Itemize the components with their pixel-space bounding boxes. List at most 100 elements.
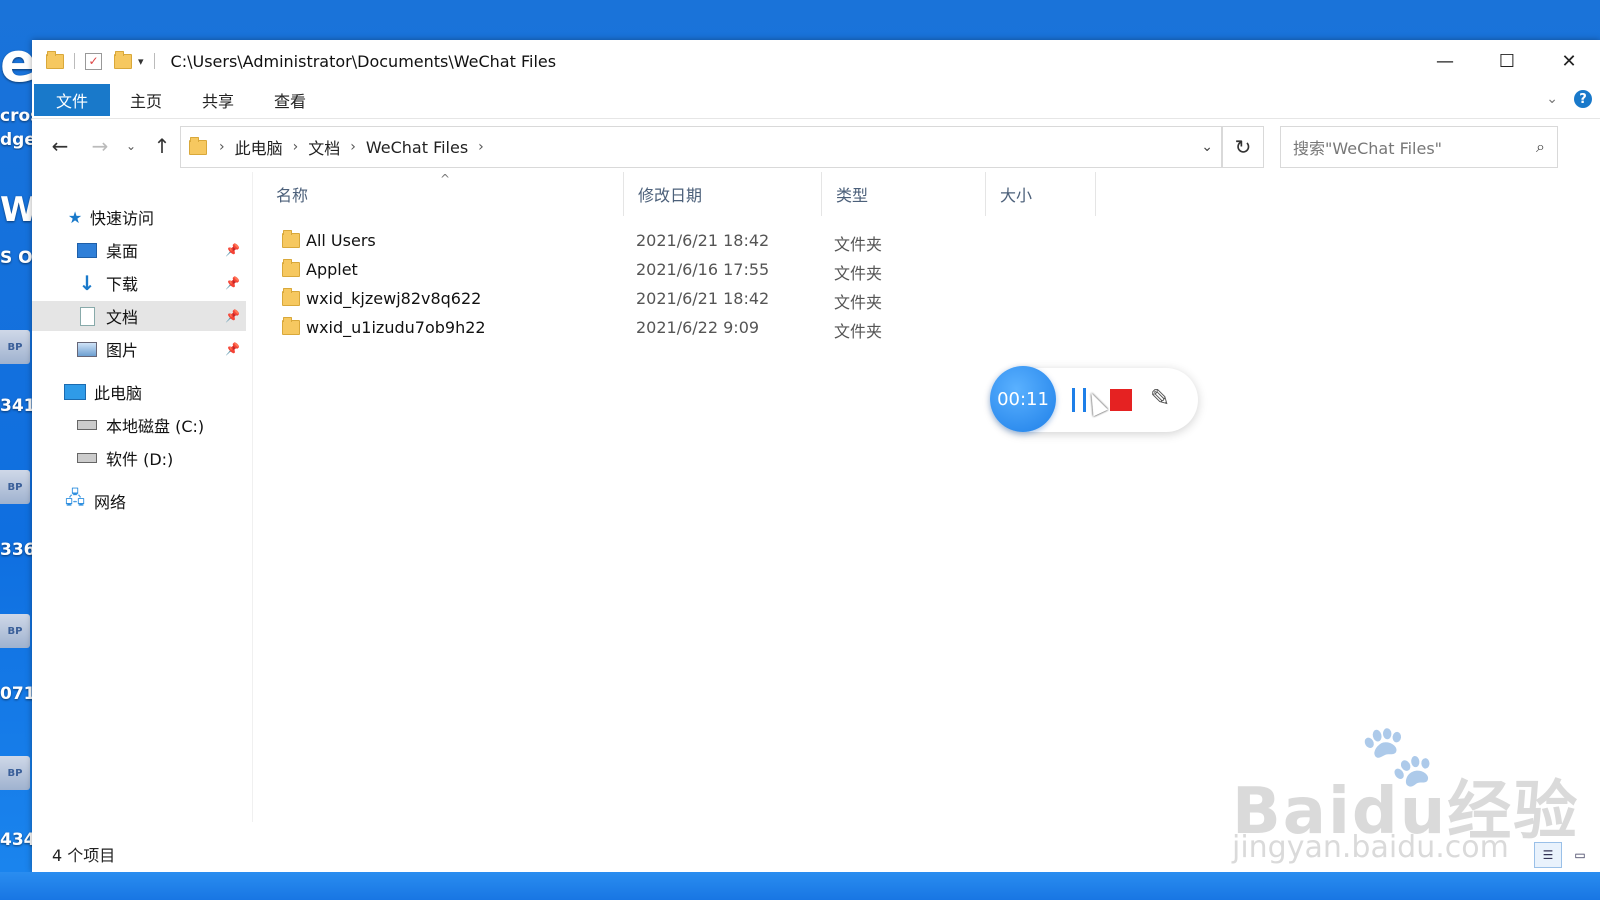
help-icon[interactable]: ? [1574, 90, 1592, 108]
breadcrumb-separator-icon[interactable]: › [350, 139, 356, 155]
maximize-button[interactable]: ☐ [1476, 40, 1538, 82]
desktop-file-icon[interactable]: BP [0, 470, 30, 504]
column-header-name[interactable]: 名称 [262, 172, 624, 216]
nav-this-pc[interactable]: 此电脑 [64, 377, 246, 407]
search-input[interactable]: 搜索"WeChat Files" [1293, 135, 1442, 159]
column-header-date[interactable]: 修改日期 [624, 172, 822, 216]
desktop-label: 3366 [0, 540, 32, 560]
desktop-file-icon[interactable]: BP [0, 614, 30, 648]
file-date: 2021/6/21 18:42 [636, 289, 770, 308]
table-row[interactable]: Applet 2021/6/16 17:55 文件夹 [274, 255, 894, 284]
desktop-file-icon[interactable]: BP [0, 756, 30, 790]
desktop-icon-wps[interactable]: W [0, 190, 32, 230]
paw-icon: 🐾 [1360, 721, 1435, 791]
watermark-url: jingyan.baidu.com [1232, 830, 1509, 865]
folder-icon [282, 259, 300, 277]
download-icon: ↓ [78, 271, 96, 295]
pin-icon[interactable]: 📌 [225, 309, 240, 323]
desktop-label: 3410 [0, 396, 32, 416]
breadcrumb-separator-icon[interactable]: › [293, 139, 299, 155]
breadcrumb-separator-icon[interactable]: › [478, 139, 484, 155]
table-row[interactable]: wxid_kjzewj82v8q622 2021/6/21 18:42 文件夹 [274, 284, 894, 313]
folder-icon[interactable] [46, 50, 64, 69]
ribbon-tabs: 文件 主页 共享 查看 ⌄ ? [32, 82, 1600, 119]
folder-icon [282, 288, 300, 306]
back-arrow-icon[interactable]: ← [40, 134, 80, 158]
pictures-icon [76, 339, 98, 359]
desktop-label: S Offi [0, 248, 32, 268]
pin-icon[interactable]: 📌 [225, 342, 240, 356]
folder-icon [282, 317, 300, 335]
nav-item-desktop[interactable]: 桌面 📌 [32, 235, 246, 265]
folder-icon [282, 230, 300, 248]
minimize-button[interactable]: — [1414, 40, 1476, 82]
nav-item-pictures[interactable]: 图片 📌 [32, 334, 246, 364]
screen-recorder-widget: 00:11 ✎ [990, 366, 1198, 432]
breadcrumb-separator-icon[interactable]: › [219, 139, 225, 155]
file-type: 文件夹 [834, 235, 883, 254]
breadcrumb-documents[interactable]: 文档 [308, 135, 340, 159]
window-title: C:\Users\Administrator\Documents\WeChat … [170, 51, 557, 71]
file-date: 2021/6/22 9:09 [636, 318, 760, 337]
desktop-label: 0718 [0, 684, 32, 704]
table-row[interactable]: All Users 2021/6/21 18:42 文件夹 [274, 226, 894, 255]
tab-home[interactable]: 主页 [110, 84, 182, 116]
pin-icon[interactable]: 📌 [225, 243, 240, 257]
address-bar[interactable]: › 此电脑 › 文档 › WeChat Files › ⌄ [180, 126, 1222, 168]
nav-network[interactable]: 🖧 网络 [64, 486, 246, 516]
star-icon: ★ [67, 207, 83, 227]
file-name: wxid_u1izudu7ob9h22 [306, 318, 486, 337]
address-history-chevron-icon[interactable]: ⌄ [1201, 139, 1213, 155]
title-bar[interactable]: ✓ ▾ C:\Users\Administrator\Documents\WeC… [32, 40, 1600, 82]
properties-icon[interactable]: ✓ [85, 52, 102, 70]
column-header-size[interactable]: 大小 [986, 172, 1096, 216]
refresh-icon: ↻ [1234, 135, 1252, 159]
up-arrow-icon[interactable]: ↑ [142, 134, 182, 158]
breadcrumb-this-pc[interactable]: 此电脑 [235, 135, 283, 159]
expand-ribbon-chevron-icon[interactable]: ⌄ [1546, 91, 1558, 107]
nav-item-downloads[interactable]: ↓ 下载 📌 [32, 268, 246, 298]
file-date: 2021/6/21 18:42 [636, 231, 770, 250]
desktop-strip: e crosc dge W S Offi BP 3410 BP 3366 BP … [0, 0, 32, 900]
forward-arrow-icon[interactable]: → [80, 134, 120, 158]
column-header-type[interactable]: 类型 [822, 172, 986, 216]
desktop-icon-edge[interactable]: e [0, 36, 32, 90]
nav-drive-c[interactable]: 本地磁盘 (C:) [32, 410, 246, 440]
desktop-label: crosc [0, 106, 32, 126]
desktop-icon [76, 240, 98, 260]
item-count: 4 个项目 [52, 846, 116, 865]
recent-locations-chevron-icon[interactable]: ⌄ [120, 139, 142, 153]
tab-file[interactable]: 文件 [34, 84, 110, 116]
pause-icon[interactable] [1072, 388, 1086, 412]
refresh-button[interactable]: ↻ [1222, 126, 1264, 168]
file-type: 文件夹 [834, 264, 883, 283]
pin-icon[interactable]: 📌 [225, 276, 240, 290]
nav-quick-access[interactable]: ★ 快速访问 [64, 202, 246, 232]
folder-icon [189, 136, 207, 155]
nav-item-documents[interactable]: 文档 📌 [32, 301, 246, 331]
close-button[interactable]: ✕ [1538, 40, 1600, 82]
nav-drive-d[interactable]: 软件 (D:) [32, 443, 246, 473]
desktop-label: dge [0, 130, 32, 150]
tab-share[interactable]: 共享 [182, 84, 254, 116]
search-icon[interactable]: ⌕ [1536, 137, 1545, 157]
computer-icon [64, 382, 86, 402]
pen-icon[interactable]: ✎ [1150, 384, 1170, 412]
table-row[interactable]: wxid_u1izudu7ob9h22 2021/6/22 9:09 文件夹 [274, 313, 894, 342]
tab-view[interactable]: 查看 [254, 84, 326, 116]
stop-icon[interactable] [1110, 389, 1132, 411]
divider [74, 53, 75, 69]
customize-toolbar-chevron-icon[interactable]: ▾ [138, 55, 144, 68]
breadcrumb-wechat-files[interactable]: WeChat Files [366, 138, 468, 157]
file-name: All Users [306, 231, 376, 250]
new-folder-icon[interactable] [114, 50, 132, 69]
window-controls: — ☐ ✕ [1414, 40, 1600, 82]
quick-access-toolbar: ✓ ▾ [46, 50, 159, 70]
desktop-file-icon[interactable]: BP [0, 330, 30, 364]
file-type: 文件夹 [834, 293, 883, 312]
network-icon: 🖧 [64, 488, 86, 509]
navigation-bar: ← → ⌄ ↑ › 此电脑 › 文档 › WeChat Files › ⌄ ↻ … [32, 126, 1600, 170]
file-name: wxid_kjzewj82v8q622 [306, 289, 482, 308]
search-box[interactable]: 搜索"WeChat Files" ⌕ [1280, 126, 1558, 168]
baidu-watermark: Baidu经验 🐾 jingyan.baidu.com [1232, 720, 1592, 880]
